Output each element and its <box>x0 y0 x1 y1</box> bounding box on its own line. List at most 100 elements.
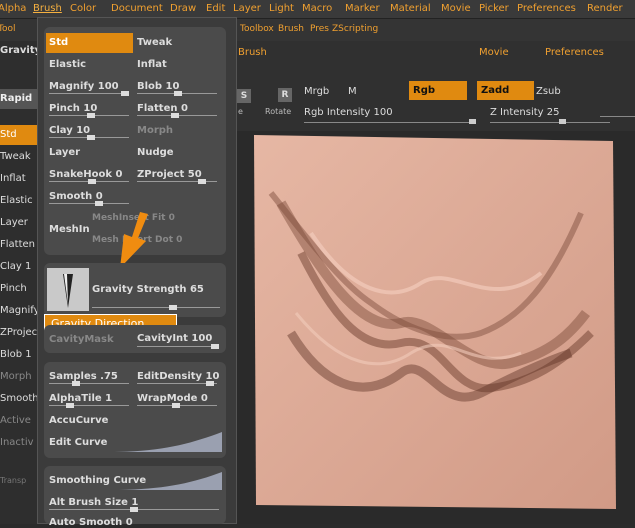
flatten-knob[interactable] <box>171 113 179 118</box>
toolbar-movie-label[interactable]: Movie <box>479 47 509 58</box>
alphatile-slider[interactable]: AlphaTile 1 <box>49 393 112 404</box>
strip-gravity[interactable]: Gravity <box>0 41 37 61</box>
brush-zproject[interactable]: ZProject 50 <box>137 169 202 180</box>
brush-layer[interactable]: Layer <box>49 147 80 158</box>
samples-track[interactable] <box>49 383 129 384</box>
z-intensity-knob[interactable] <box>559 119 566 124</box>
alphatile-track[interactable] <box>49 405 129 406</box>
strip-inactive[interactable]: Inactiv <box>0 433 37 453</box>
strip-smooth[interactable]: Smooth <box>0 389 37 409</box>
menu-material[interactable]: Material <box>390 3 431 14</box>
editdensity-track[interactable] <box>137 383 217 384</box>
alt-brush-size-knob[interactable] <box>130 507 138 512</box>
gravity-strength-track[interactable] <box>92 307 220 308</box>
menu-light[interactable]: Light <box>269 3 294 14</box>
mrgb-button[interactable]: Mrgb <box>304 86 329 97</box>
cavityint-knob[interactable] <box>211 344 219 349</box>
strip-transp[interactable]: Transp <box>0 471 37 491</box>
gravity-direction-thumbnail[interactable] <box>47 268 89 311</box>
strip-blob[interactable]: Blob 1 <box>0 345 37 365</box>
brush-flatten[interactable]: Flatten 0 <box>137 103 188 114</box>
samples-knob[interactable] <box>72 381 80 386</box>
cavityint-track[interactable] <box>137 346 217 347</box>
editdensity-knob[interactable] <box>206 381 214 386</box>
menu-draw[interactable]: Draw <box>170 3 196 14</box>
menu-render[interactable]: Render <box>587 3 623 14</box>
strip-rapid[interactable]: Rapid <box>0 89 37 109</box>
brush-tweak[interactable]: Tweak <box>137 37 172 48</box>
menu-picker[interactable]: Picker <box>479 3 509 14</box>
brush-morph[interactable]: Morph <box>137 125 173 136</box>
menu-document[interactable]: Document <box>111 3 163 14</box>
brush-snakehook[interactable]: SnakeHook 0 <box>49 169 122 180</box>
smoothing-curve-preview[interactable] <box>110 470 222 490</box>
strip-inflat[interactable]: Inflat <box>0 169 37 189</box>
cavitymask-button[interactable]: CavityMask <box>49 334 114 345</box>
zsub-button[interactable]: Zsub <box>536 86 561 97</box>
strip-clay[interactable]: Clay 1 <box>0 257 37 277</box>
magnify-track[interactable] <box>49 93 129 94</box>
toolbar-brush-label[interactable]: Brush <box>238 47 267 58</box>
blob-knob[interactable] <box>174 91 182 96</box>
smooth-knob[interactable] <box>95 201 103 206</box>
menu-marker[interactable]: Marker <box>345 3 380 14</box>
cavityint-slider[interactable]: CavityInt 100 <box>137 333 212 344</box>
strip-magnify[interactable]: Magnify <box>0 301 37 321</box>
menu-macro[interactable]: Macro <box>302 3 332 14</box>
submenu-pres[interactable]: Pres <box>310 24 329 34</box>
brush-elastic[interactable]: Elastic <box>49 59 86 70</box>
accucurve-button[interactable]: AccuCurve <box>49 415 108 426</box>
strip-morph[interactable]: Morph <box>0 367 37 387</box>
rgb-intensity-track[interactable] <box>304 122 474 123</box>
rgb-button[interactable]: Rgb <box>409 81 467 100</box>
clay-knob[interactable] <box>87 135 95 140</box>
alphatile-knob[interactable] <box>66 403 74 408</box>
brush-nudge[interactable]: Nudge <box>137 147 174 158</box>
gravity-strength-slider[interactable]: Gravity Strength 65 <box>92 284 204 295</box>
menu-color[interactable]: Color <box>70 3 96 14</box>
snakehook-knob[interactable] <box>88 179 96 184</box>
brush-clay[interactable]: Clay 10 <box>49 125 90 136</box>
zproject-knob[interactable] <box>198 179 206 184</box>
pinch-knob[interactable] <box>87 113 95 118</box>
menu-brush[interactable]: Brush <box>33 3 62 14</box>
strip-pinch[interactable]: Pinch <box>0 279 37 299</box>
z-intensity-track[interactable] <box>490 122 610 123</box>
brush-magnify[interactable]: Magnify 100 <box>49 81 119 92</box>
strip-std[interactable]: Std <box>0 125 37 145</box>
m-button[interactable]: M <box>348 86 357 97</box>
strip-elastic[interactable]: Elastic <box>0 191 37 211</box>
strip-tweak[interactable]: Tweak <box>0 147 37 167</box>
submenu-brush[interactable]: Brush <box>278 24 304 34</box>
brush-meshin[interactable]: MeshIn <box>49 224 90 235</box>
rgb-intensity-knob[interactable] <box>469 119 476 124</box>
menu-layer[interactable]: Layer <box>233 3 261 14</box>
edit-curve-button[interactable]: Edit Curve <box>49 437 107 448</box>
alt-brush-size-slider[interactable]: Alt Brush Size 1 <box>49 497 138 508</box>
brush-std[interactable]: Std <box>46 33 133 53</box>
menu-movie[interactable]: Movie <box>441 3 471 14</box>
auto-smooth-slider[interactable]: Auto Smooth 0 <box>49 517 133 528</box>
zadd-button[interactable]: Zadd <box>477 81 534 100</box>
submenu-toolbox[interactable]: Toolbox <box>240 24 274 34</box>
strip-flatten[interactable]: Flatten <box>0 235 37 255</box>
rgb-intensity-slider[interactable]: Rgb Intensity 100 <box>304 107 393 118</box>
brush-inflat[interactable]: Inflat <box>137 59 167 70</box>
menu-edit[interactable]: Edit <box>206 3 225 14</box>
wrapmode-knob[interactable] <box>172 403 180 408</box>
strip-zproject[interactable]: ZProject <box>0 323 37 343</box>
smooth-track[interactable] <box>49 203 129 204</box>
gravity-strength-knob[interactable] <box>169 305 177 310</box>
menu-preferences[interactable]: Preferences <box>517 3 576 14</box>
rotate-icon[interactable]: R <box>278 88 292 102</box>
submenu-zscripting[interactable]: ZScripting <box>332 24 378 34</box>
strip-active[interactable]: Active <box>0 411 37 431</box>
magnify-knob[interactable] <box>121 91 129 96</box>
toolbar-preferences-label[interactable]: Preferences <box>545 47 604 58</box>
z-intensity-slider[interactable]: Z Intensity 25 <box>490 107 559 118</box>
sculpted-mesh[interactable] <box>251 133 616 509</box>
edit-curve-preview[interactable] <box>110 432 222 452</box>
menu-alpha[interactable]: Alpha <box>0 3 26 14</box>
samples-slider[interactable]: Samples .75 <box>49 371 118 382</box>
submenu-tool[interactable]: Tool <box>0 24 15 34</box>
